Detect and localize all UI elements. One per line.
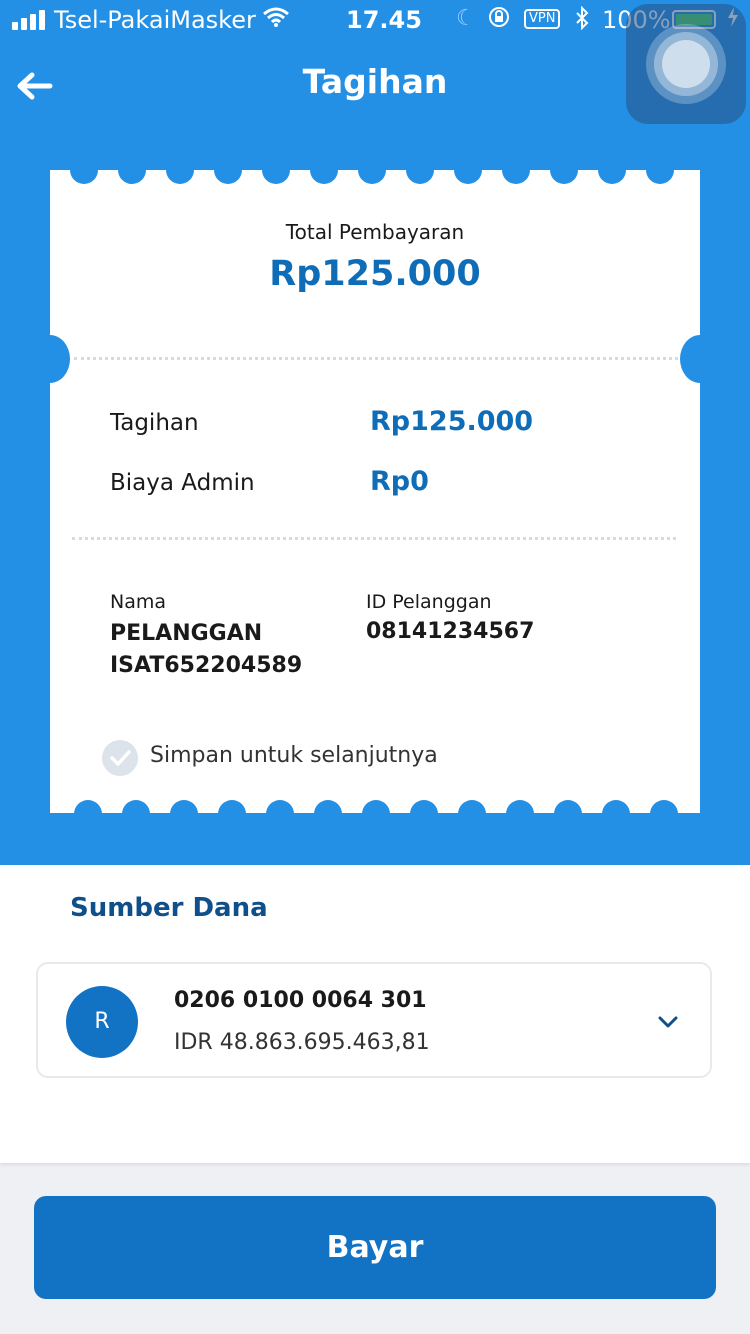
ticket-edge xyxy=(410,800,438,828)
chevron-down-icon[interactable] xyxy=(654,1008,682,1036)
ticket-edge xyxy=(650,800,678,828)
pay-button[interactable]: Bayar xyxy=(34,1196,716,1299)
ticket-edge xyxy=(74,800,102,828)
bill-ticket: Total Pembayaran Rp125.000 Tagihan Rp125… xyxy=(30,156,720,828)
fund-source-section: Sumber Dana R 0206 0100 0064 301 IDR 48.… xyxy=(0,865,750,1163)
bluetooth-icon xyxy=(574,5,590,36)
ticket-notch xyxy=(30,335,70,383)
ticket-edge xyxy=(646,156,674,184)
save-checkbox[interactable] xyxy=(102,740,138,776)
ticket-edge xyxy=(70,156,98,184)
ticket-edge xyxy=(310,156,338,184)
account-balance: IDR 48.863.695.463,81 xyxy=(174,1030,430,1055)
ticket-edge xyxy=(118,156,146,184)
ticket-edge xyxy=(262,156,290,184)
ticket-edge xyxy=(502,156,530,184)
ticket-notch xyxy=(680,335,720,383)
ticket-edge xyxy=(602,800,630,828)
page-title: Tagihan xyxy=(302,62,448,101)
save-label[interactable]: Simpan untuk selanjutnya xyxy=(150,743,438,768)
wifi-icon xyxy=(262,6,290,34)
name-label: Nama xyxy=(110,591,167,613)
carrier-name: Tsel-PakaiMasker xyxy=(54,6,256,34)
bill-label: Tagihan xyxy=(110,410,199,436)
bill-value: Rp125.000 xyxy=(370,406,534,437)
account-selector[interactable]: R 0206 0100 0064 301 IDR 48.863.695.463,… xyxy=(36,962,712,1078)
ticket-edge xyxy=(550,156,578,184)
ticket-edge xyxy=(454,156,482,184)
account-number: 0206 0100 0064 301 xyxy=(174,988,427,1013)
customer-name-line1: PELANGGAN xyxy=(110,621,263,646)
admin-fee-label: Biaya Admin xyxy=(110,470,255,496)
ticket-edge xyxy=(266,800,294,828)
admin-fee-value: Rp0 xyxy=(370,466,429,497)
ticket-edge xyxy=(554,800,582,828)
clock: 17.45 xyxy=(346,6,422,34)
rotation-lock-icon xyxy=(488,6,510,34)
ticket-edge xyxy=(598,156,626,184)
customer-id-value: 08141234567 xyxy=(366,619,535,644)
ticket-edge xyxy=(166,156,194,184)
moon-icon: ☾ xyxy=(456,6,476,31)
signal-icon xyxy=(12,10,45,30)
divider xyxy=(74,357,678,360)
ticket-edge xyxy=(218,800,246,828)
customer-name-line2: ISAT652204589 xyxy=(110,653,303,678)
ticket-edge xyxy=(458,800,486,828)
ticket-edge xyxy=(214,156,242,184)
ticket-edge xyxy=(406,156,434,184)
total-amount: Rp125.000 xyxy=(269,254,481,294)
account-avatar: R xyxy=(66,986,138,1058)
ticket-edge xyxy=(362,800,390,828)
total-label: Total Pembayaran xyxy=(285,220,465,244)
divider xyxy=(72,537,676,540)
check-icon xyxy=(110,750,131,766)
ticket-edge xyxy=(122,800,150,828)
fund-source-title: Sumber Dana xyxy=(70,893,268,923)
ticket-edge xyxy=(170,800,198,828)
customer-id-label: ID Pelanggan xyxy=(366,591,492,613)
ticket-edge xyxy=(314,800,342,828)
vpn-badge: VPN xyxy=(524,9,561,29)
ticket-edge xyxy=(506,800,534,828)
ticket-edge xyxy=(358,156,386,184)
